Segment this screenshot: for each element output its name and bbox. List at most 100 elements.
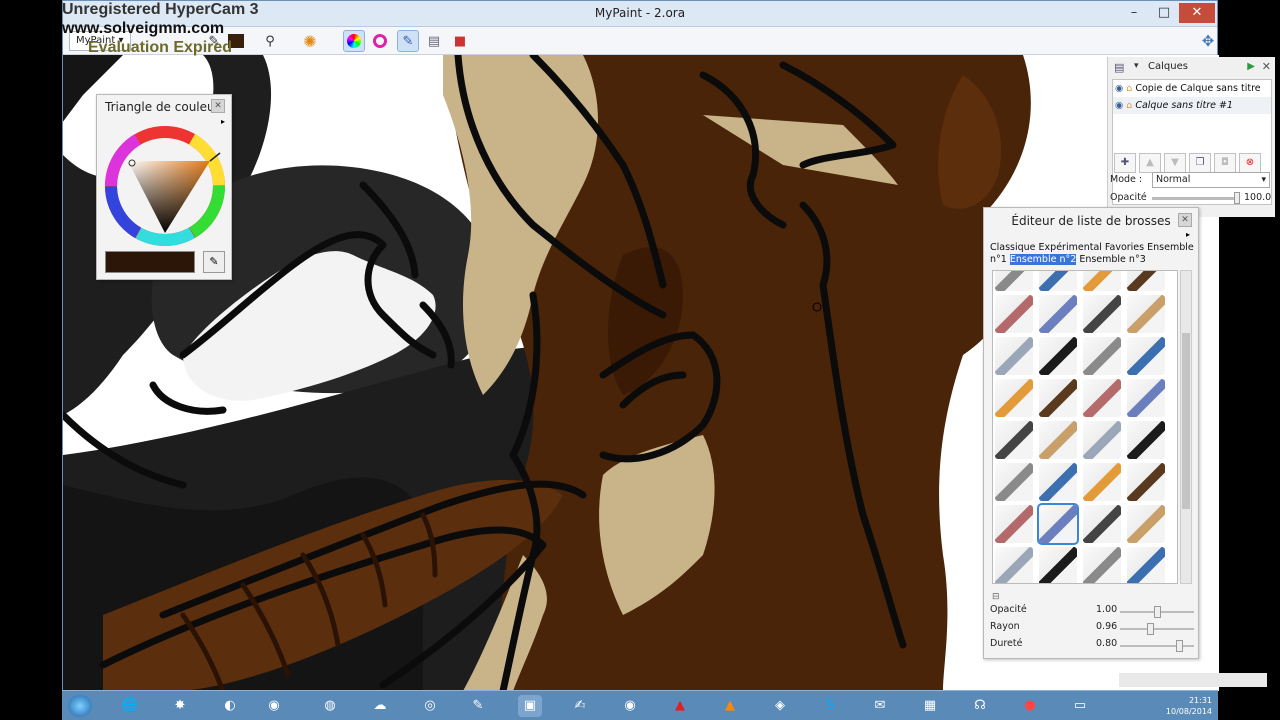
video-editor-icon[interactable]: ▦ [918, 695, 942, 717]
brush-preset-icon[interactable] [1127, 463, 1165, 501]
folder-icon[interactable]: ▭ [1068, 695, 1092, 717]
palette-icon[interactable]: ■ [449, 30, 471, 52]
brush-preset-icon[interactable] [1127, 379, 1165, 417]
current-color-swatch[interactable] [105, 251, 195, 273]
color-wheel-icon[interactable] [343, 30, 365, 52]
vlc-icon[interactable]: ▲ [718, 695, 742, 717]
record-icon[interactable]: ● [1018, 695, 1042, 717]
skype-icon[interactable]: S [818, 695, 842, 717]
eye-icon[interactable]: ◉ [1115, 100, 1123, 111]
fullscreen-icon[interactable]: ✥ [1197, 30, 1219, 52]
brush-preset-icon[interactable] [1127, 295, 1165, 333]
brush-preset-icon[interactable] [1039, 463, 1077, 501]
brush-preset-icon[interactable] [1083, 337, 1121, 375]
brush-preset-icon[interactable] [1039, 295, 1077, 333]
brush-preset-icon[interactable] [1127, 505, 1165, 543]
brush-opacity-slider[interactable] [1120, 606, 1194, 618]
brush-preset-icon[interactable] [1083, 379, 1121, 417]
headset-icon[interactable]: ☊ [968, 695, 992, 717]
maximize-button[interactable]: □ [1149, 3, 1179, 23]
brush-preset-icon[interactable] [1039, 337, 1077, 375]
webcam-icon[interactable]: ◉ [618, 695, 642, 717]
panel-arrow-icon[interactable]: ▸ [1186, 230, 1190, 239]
recorder-icon[interactable]: ◈ [768, 695, 792, 717]
add-layer-button[interactable]: ✚ [1114, 153, 1136, 173]
color-ring-icon[interactable] [369, 30, 391, 52]
layer-up-button[interactable]: ▲ [1139, 153, 1161, 173]
brush-grid-scrollbar[interactable] [1180, 270, 1192, 584]
brush-preset-icon[interactable] [1083, 505, 1121, 543]
panel-menu-chevron-icon[interactable]: ▾ [1134, 61, 1139, 71]
color-triangle-wheel[interactable] [102, 123, 228, 249]
brush-preset-icon[interactable] [1039, 421, 1077, 459]
close-button[interactable]: ✕ [1179, 3, 1215, 23]
brush-preset-icon[interactable] [1127, 547, 1165, 583]
eye-icon[interactable]: ◉ [1115, 83, 1123, 94]
acrobat-icon[interactable]: ▲ [668, 695, 692, 717]
avast-icon[interactable]: ✸ [168, 695, 192, 717]
duplicate-layer-button[interactable]: ❐ [1189, 153, 1211, 173]
layer-opacity-knob[interactable] [1234, 192, 1240, 204]
brush-preset-icon[interactable] [1083, 295, 1121, 333]
brush-preset-icon[interactable] [995, 547, 1033, 583]
canvas-horizontal-scrollbar[interactable] [1119, 673, 1267, 687]
brush-preset-icon[interactable] [1083, 463, 1121, 501]
brush-grid-scroll-thumb[interactable] [1182, 333, 1190, 509]
brush-preset-icon[interactable] [995, 463, 1033, 501]
layer-opacity-slider[interactable] [1152, 197, 1236, 200]
system-clock[interactable]: 21:31 10/08/2014 [1166, 695, 1212, 717]
mypaint-task-icon[interactable]: ▣ [518, 695, 542, 717]
brush-editor-icon[interactable]: ✎ [397, 30, 419, 52]
globe-icon[interactable]: ◎ [418, 695, 442, 717]
gear-icon[interactable]: ✺ [299, 30, 321, 52]
panel-close-icon[interactable]: ✕ [1262, 60, 1271, 73]
brush-preset-icon[interactable] [1039, 547, 1077, 583]
brush-preset-icon[interactable] [1039, 379, 1077, 417]
brush-preset-icon[interactable] [995, 379, 1033, 417]
file-explorer-icon[interactable]: 🌐 [118, 695, 142, 717]
close-icon[interactable]: ✕ [211, 99, 225, 113]
lock-icon[interactable]: ⌂ [1126, 100, 1132, 111]
brush-preset-icon[interactable] [1083, 271, 1121, 291]
firefox-icon[interactable]: ◉ [262, 695, 286, 717]
brush-hardness-knob[interactable] [1176, 640, 1183, 652]
brush-preset-icon[interactable] [1127, 337, 1165, 375]
layer-down-button[interactable]: ▼ [1164, 153, 1186, 173]
cloud-icon[interactable]: ☁ [368, 695, 392, 717]
brush-preset-icon[interactable] [1083, 421, 1121, 459]
brush-radius-slider[interactable] [1120, 623, 1194, 635]
lock-icon[interactable]: ⌂ [1126, 83, 1132, 94]
brush-preset-icon[interactable] [995, 271, 1033, 291]
chat-icon[interactable]: ✉ [868, 695, 892, 717]
brush-preset-icon[interactable] [995, 505, 1033, 543]
brush-preset-icon[interactable] [995, 421, 1033, 459]
brush-preset-icon[interactable] [995, 337, 1033, 375]
brush-preset-icon[interactable] [995, 295, 1033, 333]
brush-group-tab-selected[interactable]: Ensemble n°2 [1009, 254, 1077, 265]
brush-opacity-knob[interactable] [1153, 606, 1161, 618]
notepad-icon[interactable]: ✍ [568, 695, 592, 717]
brush-app-icon[interactable]: ✎ [466, 695, 490, 717]
blend-mode-select[interactable]: Normal ▾ [1152, 172, 1270, 188]
brush-preset-icon[interactable] [1037, 503, 1079, 545]
delete-layer-button[interactable]: ⊗ [1239, 153, 1261, 173]
brush-group-tab[interactable]: Ensemble n°3 [1079, 254, 1145, 265]
brush-preset-icon[interactable] [1083, 547, 1121, 583]
layer-row[interactable]: ◉ ⌂ Calque sans titre #1 [1113, 97, 1271, 114]
skype-alt-icon[interactable]: ◐ [218, 695, 242, 717]
ccleaner-icon[interactable]: ◍ [318, 695, 342, 717]
eyedropper-icon[interactable]: ✎ [203, 251, 225, 273]
brush-preset-icon[interactable] [1039, 271, 1077, 291]
close-icon[interactable]: ✕ [1178, 213, 1192, 227]
eyedropper-icon[interactable]: ⚲ [259, 30, 281, 52]
brush-radius-knob[interactable] [1146, 623, 1154, 635]
brush-preset-icon[interactable] [1127, 271, 1165, 291]
minimize-button[interactable]: – [1119, 3, 1149, 23]
collapse-icon[interactable]: ⊟ [992, 592, 1000, 602]
brush-hardness-slider[interactable] [1120, 640, 1194, 652]
layer-row[interactable]: ◉ ⌂ Copie de Calque sans titre [1113, 80, 1271, 97]
merge-layer-button[interactable]: ◘ [1214, 153, 1236, 173]
brush-preset-icon[interactable] [1127, 421, 1165, 459]
start-button-icon[interactable] [68, 695, 92, 717]
layers-icon[interactable]: ▤ [423, 30, 445, 52]
